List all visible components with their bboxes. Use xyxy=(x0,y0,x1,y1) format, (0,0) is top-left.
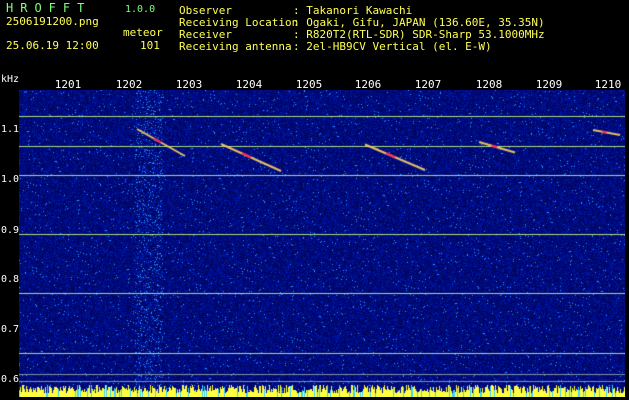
y-tick-label: 0.9 xyxy=(1,225,20,236)
app-version: 1.0.0 xyxy=(125,4,156,15)
y-tick-label: 0.7 xyxy=(1,324,20,335)
meteor-label: meteor xyxy=(123,26,163,39)
meta-antenna-label: Receiving antenna xyxy=(179,40,292,53)
timestamp: 25.06.19 12:00 xyxy=(6,39,99,52)
y-tick-label: 1.1 xyxy=(1,124,20,135)
meta-antenna-value: : 2el-HB9CV Vertical (el. E-W) xyxy=(293,40,492,53)
image-filename: 2506191200.png xyxy=(6,15,99,28)
app-title: HROFFT xyxy=(6,1,92,15)
y-tick-label: 0.6 xyxy=(1,374,20,385)
y-tick-label: 0.8 xyxy=(1,274,20,285)
y-axis-unit: kHz xyxy=(1,74,20,85)
header-panel: HROFFT 1.0.0 2506191200.png meteor 25.06… xyxy=(0,0,629,75)
y-tick-label: 1.0 xyxy=(1,174,20,185)
spectrogram-canvas xyxy=(19,90,625,397)
meteor-count: 101 xyxy=(140,39,160,52)
